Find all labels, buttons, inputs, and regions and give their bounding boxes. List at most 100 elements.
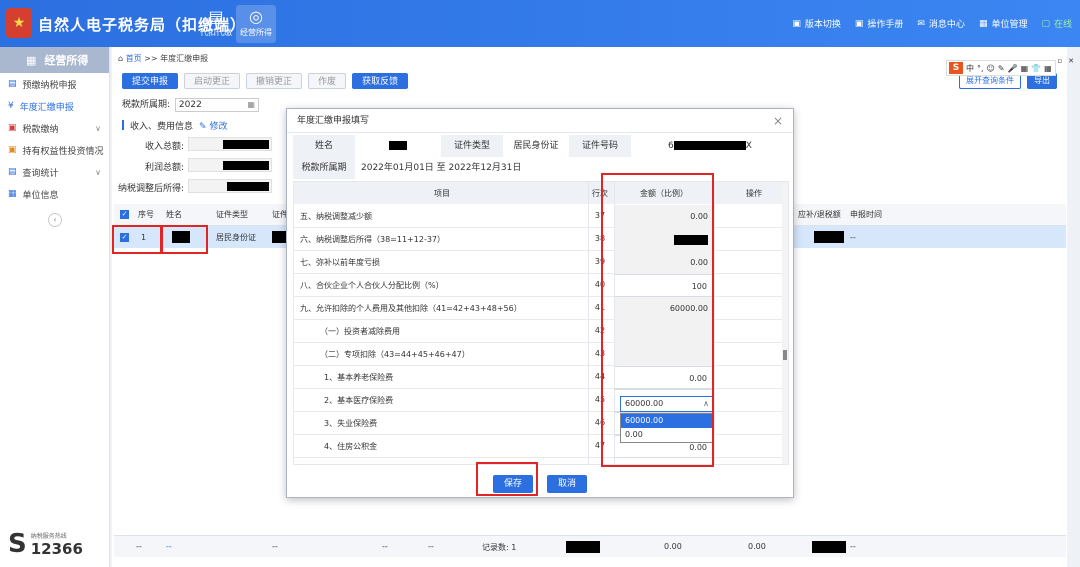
message-center-button[interactable]: ✉ 消息中心 — [917, 17, 965, 31]
edit-link[interactable]: ✎ 修改 — [199, 119, 227, 132]
hotline: S 纳税服务热线 12366 — [8, 529, 83, 559]
window-controls: ▫ ✕ — [1057, 57, 1074, 65]
skin-icon[interactable]: 👕 — [1031, 64, 1041, 73]
get-feedback-button[interactable]: 获取反馈 — [352, 73, 409, 89]
mail-icon: ✉ — [917, 18, 925, 29]
row-label: 2、基本医疗保险费 — [324, 396, 394, 405]
chat-icon: ▢ — [1041, 18, 1050, 29]
highlight-name — [161, 225, 208, 254]
breadcrumb-current: 年度汇缴申报 — [160, 54, 209, 63]
sidebar-item-prepayment[interactable]: ▤ 预缴纳税申报 — [0, 73, 109, 95]
chevron-down-icon: ∨ — [95, 167, 101, 177]
row-label: 3、失业保险费 — [324, 419, 378, 428]
breadcrumb: ⌂ 首页 >> 年度汇缴申报 — [118, 54, 209, 63]
adjusted-income-value — [188, 179, 272, 193]
cancel-correction-button[interactable]: 撤销更正 — [246, 73, 303, 89]
row-label: 七、弥补以前年度亏损 — [300, 258, 380, 267]
sidebar-item-annual[interactable]: ¥ 年度汇缴申报 — [0, 95, 109, 117]
sidebar-item-payment[interactable]: ▣ 税款缴纳 ∨ — [0, 117, 109, 139]
sogou-icon[interactable]: S — [949, 62, 963, 74]
ime-lang[interactable]: 中 — [966, 63, 974, 74]
highlight-save — [476, 462, 538, 496]
briefcase-icon: ▣ — [8, 145, 17, 155]
hotline-number: 12366 — [30, 539, 83, 558]
row-label: 九、允许扣除的个人费用及其他扣除（41=42+43+48+56） — [300, 304, 522, 313]
select-all-checkbox[interactable]: ✓ — [120, 210, 129, 219]
row-label: （二）专项扣除（43=44+45+46+47） — [320, 350, 470, 359]
deduction-grid: 项目 行次 金额（比例） 操作 五、纳税调整减少额 37 0.00 六、纳税调整后所得… — [293, 181, 789, 465]
grid-icon[interactable]: ▦ — [1044, 64, 1052, 73]
edit-icon: ✎ — [199, 122, 207, 132]
minimize-icon[interactable]: ▫ — [1057, 57, 1062, 65]
sidebar-item-unit[interactable]: ▦ 单位信息 — [0, 183, 109, 205]
close-icon[interactable]: × — [773, 109, 783, 133]
manual-button[interactable]: ▣ 操作手册 — [854, 17, 904, 31]
taxpayer-name — [355, 135, 441, 157]
id-number: 6X — [668, 141, 752, 151]
menu-icon: ▦ — [26, 53, 37, 67]
document-icon: ▤ — [8, 79, 17, 89]
coins-icon: ◎ — [249, 7, 263, 26]
modal-buttons: 保存 取消 — [287, 471, 795, 497]
close-icon[interactable]: ✕ — [1068, 57, 1074, 65]
building-icon: ▦ — [978, 18, 988, 29]
highlight-amount-column — [601, 173, 714, 467]
hotline-label: 纳税服务热线 — [30, 532, 67, 540]
folder-icon: ▤ — [208, 7, 224, 26]
ime-toolbar: S 中 °, ☺ ✎ 🎤 ▦ 👕 ▦ — [946, 60, 1056, 76]
row-label: 4、住房公积金 — [324, 442, 378, 451]
tab-business-income[interactable]: ◎ 经营所得 — [236, 5, 276, 43]
pen-icon[interactable]: ✎ — [998, 64, 1005, 73]
emoji-icon[interactable]: ☺ — [987, 64, 995, 73]
tab-withholding[interactable]: ▤ 代扣代缴 — [196, 5, 236, 43]
sidebar-item-equity[interactable]: ▣ 持有权益性投资情况 — [0, 139, 109, 161]
tab-label: 代扣代缴 — [200, 28, 232, 37]
switch-icon: ▣ — [792, 18, 801, 29]
version-switch-button[interactable]: ▣ 版本切换 — [792, 17, 841, 31]
adjusted-income-label: 纳税调整后所得: — [117, 184, 184, 194]
submit-button[interactable]: 提交申报 — [122, 73, 179, 89]
breadcrumb-home[interactable]: 首页 — [126, 54, 142, 63]
ime-punct[interactable]: °, — [977, 64, 984, 73]
online-status[interactable]: ▢ 在线 — [1041, 17, 1072, 31]
unit-management-button[interactable]: ▦ 单位管理 — [978, 17, 1028, 31]
period-input[interactable]: 2022 ▦ — [174, 97, 259, 112]
chevron-down-icon: ∨ — [95, 123, 101, 133]
sidebar-title: ▦ 经营所得 — [0, 47, 109, 73]
annual-filing-modal: 年度汇缴申报填写 × 姓名 证件类型 居民身份证 证件号码 6X 税款所属期 2… — [286, 108, 794, 498]
redacted-total — [566, 541, 600, 553]
row-label: 五、纳税调整减少额 — [300, 212, 372, 221]
income-total-label: 收入总额: — [144, 142, 184, 152]
sidebar-item-query[interactable]: ▤ 查询统计 ∨ — [0, 161, 109, 183]
redacted-id — [272, 231, 286, 243]
yen-icon: ¥ — [8, 101, 14, 111]
book-icon: ▣ — [854, 18, 864, 29]
tab-label: 经营所得 — [240, 28, 272, 37]
microphone-icon[interactable]: 🎤 — [1008, 64, 1018, 73]
section-title: 收入、费用信息 ✎ 修改 — [122, 119, 227, 132]
phone-icon: S — [8, 529, 27, 559]
modal-title: 年度汇缴申报填写 × — [287, 109, 793, 133]
income-total-value — [188, 137, 272, 151]
redacted-refund — [814, 231, 844, 243]
tax-period: 税款所属期: 2022 ▦ — [122, 97, 259, 112]
row-label: （一）投资者减除费用 — [320, 327, 400, 336]
app-header: ★ 自然人电子税务局（扣缴端） ▤ 代扣代缴 ◎ 经营所得 ▣ 版本切换 ▣ 操作手… — [0, 0, 1080, 47]
summary-row: -- -- -- -- -- 记录数: 1 0.00 0.00 -- — [114, 535, 1066, 557]
redacted-total-refund — [812, 541, 846, 553]
row-label: 1、基本养老保险费 — [324, 373, 394, 382]
tax-emblem-icon: ★ — [6, 8, 32, 38]
search-doc-icon: ▤ — [8, 167, 17, 177]
payment-icon: ▣ — [8, 123, 17, 133]
cancel-button[interactable]: 取消 — [547, 475, 587, 493]
collapse-sidebar-button[interactable]: ‹ — [48, 213, 62, 227]
void-button[interactable]: 作废 — [308, 73, 347, 89]
building-icon: ▦ — [8, 189, 17, 199]
calendar-icon: ▦ — [247, 99, 255, 109]
top-toolbar: ▣ 版本切换 ▣ 操作手册 ✉ 消息中心 ▦ 单位管理 ▢ 在线 — [792, 17, 1072, 31]
row-label: 八、合伙企业个人合伙人分配比例（%） — [300, 281, 444, 290]
grid-scrollbar[interactable] — [782, 182, 788, 464]
row-label: 六、纳税调整后所得（38=11+12-37） — [300, 235, 446, 244]
start-correction-button[interactable]: 启动更正 — [184, 73, 241, 89]
keyboard-icon[interactable]: ▦ — [1021, 64, 1029, 73]
